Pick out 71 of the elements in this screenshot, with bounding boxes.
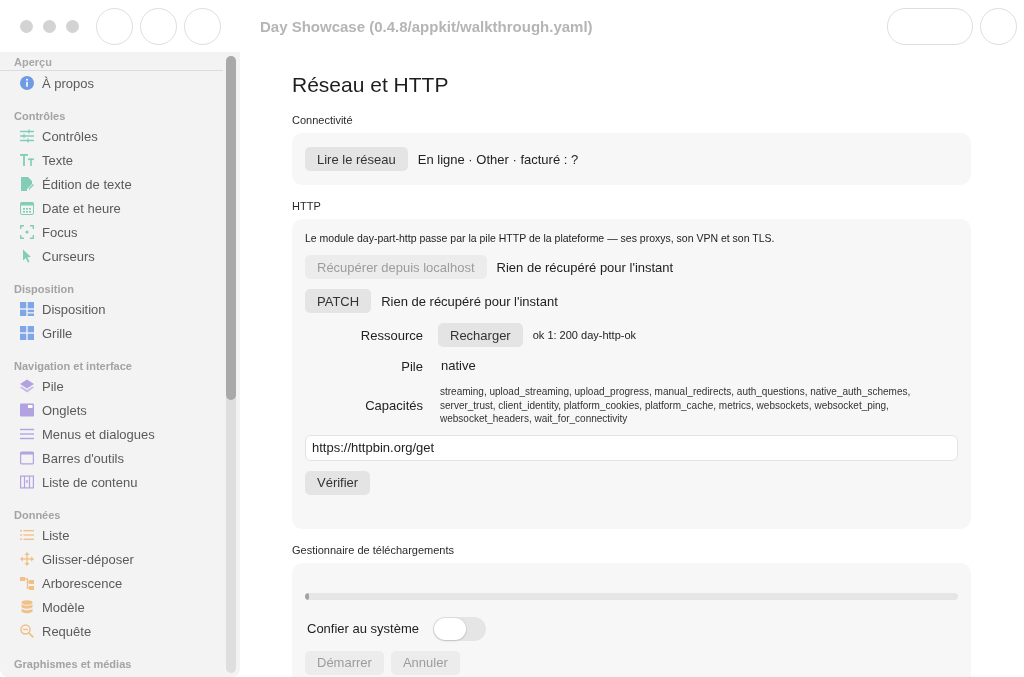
sidebar-item[interactable]: Liste de contenu: [0, 470, 223, 494]
section-label: Connectivité: [292, 113, 354, 127]
toolbar-button[interactable]: [887, 7, 973, 45]
sidebar-section-header: Disposition: [13, 282, 75, 297]
sidebar-item[interactable]: Disposition: [0, 297, 223, 321]
sidebar-item[interactable]: Menus et dialogues: [0, 422, 223, 446]
menu-icon: [20, 427, 34, 441]
sidebar-item[interactable]: Glisser-déposer: [0, 547, 223, 571]
section-label: HTTP: [292, 199, 322, 213]
sidebar-item[interactable]: Contrôles: [0, 124, 223, 148]
columns-icon: [20, 475, 34, 489]
network-status: En ligne · Other · facturé : ?: [417, 151, 579, 167]
detail-label: Capacités: [364, 397, 423, 413]
grid-icon: [20, 326, 34, 340]
sidebar-item[interactable]: Requête: [0, 619, 223, 643]
capabilities-list: streaming, upload_streaming, upload_progress, manual_redirects, auth_questions, native_auth_schemes, server_trust, client_identity, platform_cookies, platform_cache, metrics, websockets, websocket_ping, websocket_headers, wait_for_connectivity: [438, 385, 958, 426]
window-close-button[interactable]: [20, 19, 33, 33]
sidebar-item[interactable]: Texte: [0, 148, 223, 172]
move-arrows-icon: [20, 552, 34, 566]
detail-value: native: [440, 357, 477, 375]
list-icon: [20, 528, 34, 542]
sidebar-section-header: Aperçu: [0, 54, 223, 71]
sidebar-item[interactable]: Grille: [0, 321, 223, 345]
verify-button[interactable]: Vérifier: [305, 470, 371, 495]
sidebar-section-header: Contrôles: [13, 109, 67, 124]
scrollbar-thumb[interactable]: [226, 56, 236, 400]
focus-frame-icon: [20, 225, 34, 239]
database-icon: [20, 600, 34, 614]
url-input-field[interactable]: https://httpbin.org/get: [305, 434, 958, 461]
section-label: Gestionnaire de téléchargements: [292, 542, 456, 557]
window-minimize-button[interactable]: [43, 19, 56, 33]
fetch-result: Rien de récupéré pour l'instant: [496, 259, 674, 275]
sidebar-section-header: Navigation et interface: [13, 359, 133, 374]
detail-label: Ressource: [359, 327, 423, 343]
toggle-label: Confier au système: [307, 621, 419, 636]
page-title: Réseau et HTTP: [292, 72, 450, 98]
sidebar-item[interactable]: Onglets: [0, 398, 223, 422]
reload-button[interactable]: Recharger: [438, 323, 523, 347]
sidebar-item[interactable]: Date et heure: [0, 196, 223, 220]
sidebar-section-header: Graphismes et médias: [13, 657, 133, 672]
sidebar-item[interactable]: Pile: [0, 374, 223, 398]
document-pencil-icon: [20, 177, 34, 191]
sidebar-item[interactable]: Modèle: [0, 595, 223, 619]
sidebar-item[interactable]: À propos: [0, 71, 223, 95]
sidebar-item[interactable]: Barres d'outils: [0, 446, 223, 470]
scrollbar-track[interactable]: [226, 56, 236, 673]
fetch-button[interactable]: PATCH: [305, 289, 372, 313]
sidebar-item[interactable]: Curseurs: [0, 244, 223, 268]
resource-status: ok 1: 200 day-http-ok: [532, 329, 637, 341]
detail-label: Pile: [400, 358, 423, 374]
sliders-icon: [20, 129, 34, 143]
fetch-result: Rien de récupéré pour l'instant: [381, 293, 558, 309]
layers-icon: [20, 379, 34, 393]
description-text: Le module day-part-http passe par la pile HTTP de la plateforme — ses proxys, son VPN et son TLS.: [305, 231, 776, 245]
panel-icon: [20, 403, 34, 417]
calendar-icon: [20, 201, 34, 215]
window-zoom-button[interactable]: [66, 19, 79, 33]
sidebar-item[interactable]: Édition de texte: [0, 172, 223, 196]
sidebar-item[interactable]: Focus: [0, 220, 223, 244]
sidebar-section-header: Données: [13, 508, 62, 523]
toggle-switch[interactable]: [433, 616, 486, 641]
text-size-icon: [20, 153, 34, 167]
layout-icon: [20, 302, 34, 316]
window-title: Day Showcase (0.4.8/appkit/walkthrough.yaml): [260, 17, 593, 35]
window-icon: [20, 451, 34, 465]
read-network-button[interactable]: Lire le réseau: [305, 147, 408, 171]
sidebar-item[interactable]: Arborescence: [0, 571, 223, 595]
sidebar-item[interactable]: Liste: [0, 523, 223, 547]
search-icon: [20, 624, 34, 638]
tree-icon: [20, 576, 34, 590]
info-icon: [20, 76, 34, 90]
